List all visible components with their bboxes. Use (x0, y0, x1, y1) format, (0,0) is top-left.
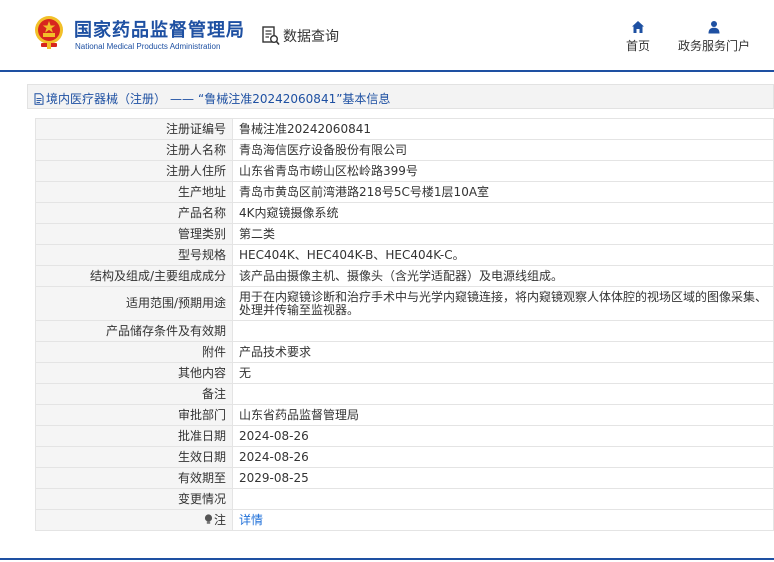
table-row: 生产地址 青岛市黄岛区前湾港路218号5C号楼1层10A室 (35, 181, 774, 203)
field-value: HEC404K、HEC404K-B、HEC404K-C。 (232, 244, 774, 266)
field-label: 型号规格 (35, 244, 233, 266)
field-value: 2029-08-25 (232, 467, 774, 489)
breadcrumb: 境内医疗器械（注册） —— “鲁械注准20242060841”基本信息 (27, 84, 774, 109)
field-label: 变更情况 (35, 488, 233, 510)
field-label: 产品储存条件及有效期 (35, 320, 233, 342)
nav-portal-label: 政务服务门户 (677, 39, 750, 53)
field-value: 山东省青岛市崂山区松岭路399号 (232, 160, 774, 182)
user-icon (708, 21, 720, 34)
field-value: 无 (232, 362, 774, 384)
table-row: 注 详情 (35, 509, 774, 531)
field-value (232, 383, 774, 405)
field-value: 用于在内窥镜诊断和治疗手术中与光学内窥镜连接，将内窥镜观察人体体腔的视场区域的图… (232, 286, 774, 321)
data-query-link[interactable]: 数据查询 (283, 26, 339, 46)
table-row: 批准日期 2024-08-26 (35, 425, 774, 447)
field-label: 生产地址 (35, 181, 233, 203)
field-value: 2024-08-26 (232, 425, 774, 447)
national-emblem-icon[interactable] (33, 14, 65, 50)
field-label: 结构及组成/主要组成成分 (35, 265, 233, 287)
detail-table: 注册证编号 鲁械注准20242060841 注册人名称 青岛海信医疗设备股份有限公司… (35, 118, 774, 531)
table-row: 审批部门 山东省药品监督管理局 (35, 404, 774, 426)
table-row: 注册证编号 鲁械注准20242060841 (35, 118, 774, 140)
table-row: 注册人住所 山东省青岛市崂山区松岭路399号 (35, 160, 774, 182)
field-value: 产品技术要求 (232, 341, 774, 363)
field-label: 其他内容 (35, 362, 233, 384)
home-icon (632, 21, 644, 33)
table-row: 适用范围/预期用途 用于在内窥镜诊断和治疗手术中与光学内窥镜连接，将内窥镜观察人体… (35, 286, 774, 321)
table-row: 型号规格 HEC404K、HEC404K-B、HEC404K-C。 (35, 244, 774, 266)
breadcrumb-text: 境内医疗器械（注册） —— “鲁械注准20242060841”基本信息 (34, 90, 390, 107)
breadcrumb-record: “鲁械注准20242060841”基本信息 (198, 92, 391, 106)
table-row: 备注 (35, 383, 774, 405)
note-label: 注 (213, 512, 226, 527)
nav-portal[interactable]: 政务服务门户 (674, 20, 754, 54)
field-value: 2024-08-26 (232, 446, 774, 468)
field-value: 青岛海信医疗设备股份有限公司 (232, 139, 774, 161)
field-label: 审批部门 (35, 404, 233, 426)
field-label: 附件 (35, 341, 233, 363)
field-value: 山东省药品监督管理局 (232, 404, 774, 426)
field-value (232, 488, 774, 510)
org-name-en[interactable]: National Medical Products Administration (75, 42, 220, 51)
field-value: 鲁械注准20242060841 (232, 118, 774, 140)
nav-home[interactable]: 首页 (622, 20, 654, 54)
field-value: 该产品由摄像主机、摄像头（含光学适配器）及电源线组成。 (232, 265, 774, 287)
header-divider (0, 70, 774, 72)
field-value: 4K内窥镜摄像系统 (232, 202, 774, 224)
bulb-icon (204, 513, 213, 524)
field-label: 生效日期 (35, 446, 233, 468)
breadcrumb-separator: —— (170, 91, 195, 106)
field-label: 注册证编号 (35, 118, 233, 140)
table-row: 附件 产品技术要求 (35, 341, 774, 363)
table-row: 注册人名称 青岛海信医疗设备股份有限公司 (35, 139, 774, 161)
field-label: 批准日期 (35, 425, 233, 447)
field-label: 注册人住所 (35, 160, 233, 182)
site-header: 国家药品监督管理局 National Medical Products Admi… (0, 0, 774, 70)
field-label: 备注 (35, 383, 233, 405)
nav-home-label: 首页 (625, 39, 650, 53)
field-label: 产品名称 (35, 202, 233, 224)
table-row: 生效日期 2024-08-26 (35, 446, 774, 468)
table-row: 变更情况 (35, 488, 774, 510)
field-label: 管理类别 (35, 223, 233, 245)
footer-divider (0, 558, 774, 560)
note-label-cell: 注 (35, 509, 233, 531)
org-name-cn[interactable]: 国家药品监督管理局 (74, 16, 245, 42)
field-label: 有效期至 (35, 467, 233, 489)
table-row: 有效期至 2029-08-25 (35, 467, 774, 489)
table-row: 其他内容无 (35, 362, 774, 384)
note-value-cell: 详情 (232, 509, 774, 531)
field-label: 适用范围/预期用途 (35, 286, 233, 321)
document-icon (34, 92, 44, 105)
table-row: 产品储存条件及有效期 (35, 320, 774, 342)
field-value: 青岛市黄岛区前湾港路218号5C号楼1层10A室 (232, 181, 774, 203)
data-query-icon[interactable] (262, 26, 280, 46)
table-row: 产品名称 4K内窥镜摄像系统 (35, 202, 774, 224)
field-value: 第二类 (232, 223, 774, 245)
table-row: 管理类别 第二类 (35, 223, 774, 245)
details-link[interactable]: 详情 (239, 513, 263, 527)
table-row: 结构及组成/主要组成成分 该产品由摄像主机、摄像头（含光学适配器）及电源线组成。 (35, 265, 774, 287)
field-label: 注册人名称 (35, 139, 233, 161)
field-value (232, 320, 774, 342)
breadcrumb-category[interactable]: 境内医疗器械（注册） (46, 90, 166, 107)
